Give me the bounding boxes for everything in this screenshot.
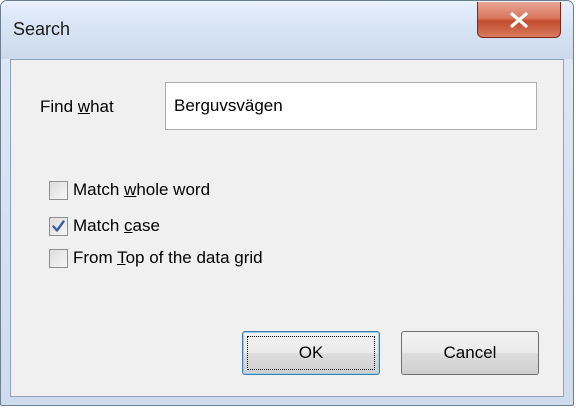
match-whole-word-label[interactable]: Match whole word bbox=[73, 180, 210, 200]
match-case-checkbox[interactable] bbox=[49, 216, 68, 236]
cancel-button[interactable]: Cancel bbox=[401, 331, 539, 375]
match-whole-word-option[interactable]: Match whole word bbox=[49, 178, 210, 202]
title-bar[interactable]: Search bbox=[1, 1, 573, 59]
close-button[interactable] bbox=[477, 2, 561, 38]
find-what-label: Find what bbox=[40, 97, 114, 116]
find-what-input[interactable] bbox=[165, 82, 537, 130]
ok-button[interactable]: OK bbox=[242, 331, 380, 375]
dialog-body: Find what Match whole word Match case Fr… bbox=[10, 59, 564, 397]
dialog-title: Search bbox=[13, 19, 71, 39]
from-top-option[interactable]: From Top of the data grid bbox=[49, 246, 263, 270]
match-case-label[interactable]: Match case bbox=[73, 216, 160, 236]
search-dialog: Search Find what Match whole word Match … bbox=[0, 0, 574, 406]
from-top-checkbox[interactable] bbox=[49, 248, 68, 268]
checkmark-icon bbox=[52, 219, 65, 232]
match-case-option[interactable]: Match case bbox=[49, 214, 160, 238]
from-top-label[interactable]: From Top of the data grid bbox=[73, 248, 263, 268]
match-whole-word-checkbox[interactable] bbox=[49, 180, 68, 200]
close-icon bbox=[510, 11, 528, 28]
